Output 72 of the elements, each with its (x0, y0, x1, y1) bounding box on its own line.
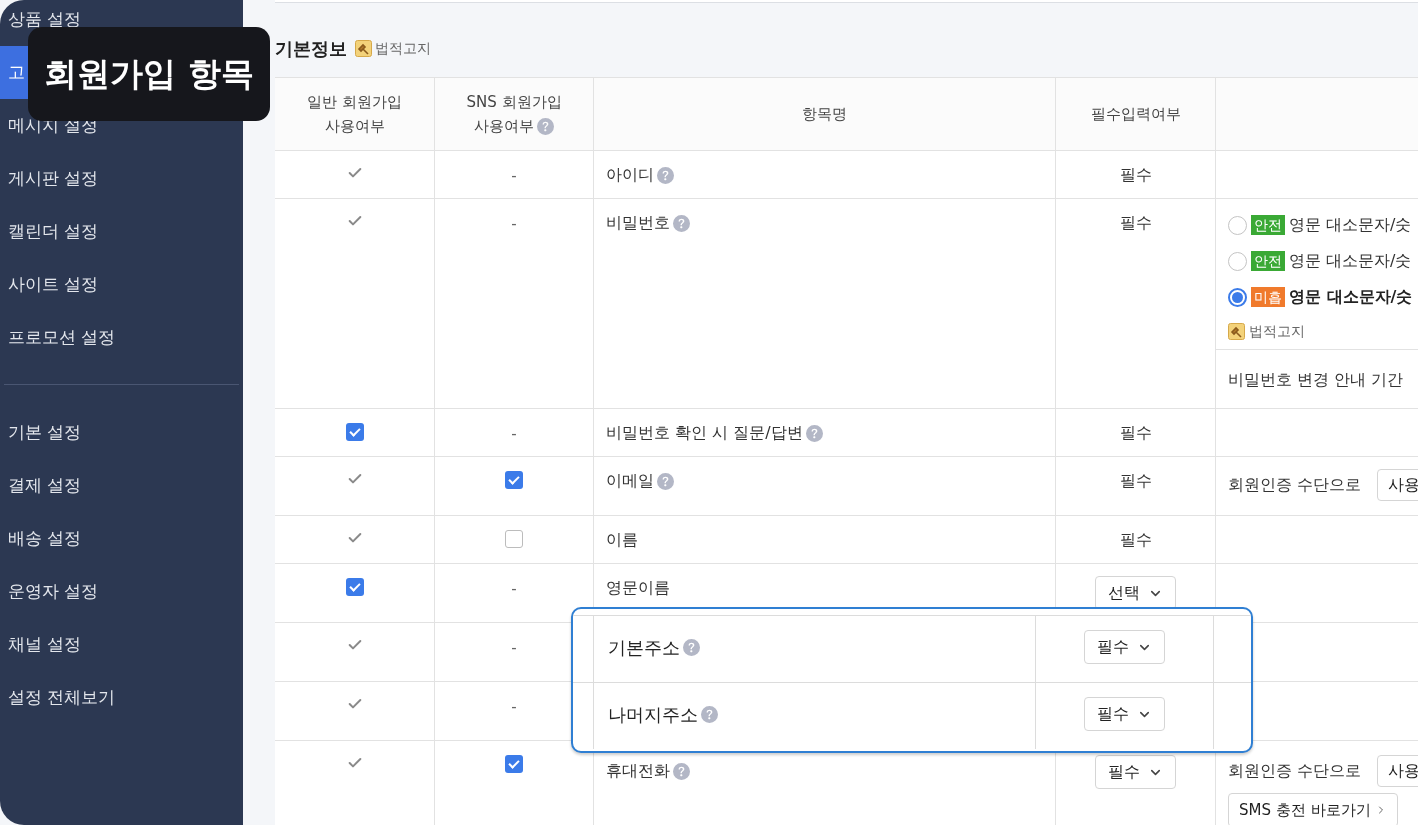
field-name: 나머지주소 (608, 701, 718, 728)
help-icon[interactable] (701, 706, 718, 723)
strength-badge: 안전 (1251, 251, 1285, 271)
help-icon[interactable] (683, 639, 700, 656)
gavel-icon (355, 39, 372, 57)
field-name: 아이디 (606, 163, 674, 187)
checkbox[interactable] (345, 578, 364, 596)
field-name: 이름 (606, 529, 638, 551)
strength-badge: 안전 (1251, 215, 1285, 235)
sidebar-item[interactable]: 설정 전체보기 (0, 671, 243, 724)
dash-text: - (511, 166, 517, 187)
required-select[interactable]: 필수 (1084, 630, 1165, 664)
option-label: 영문 대소문자/숫 (1289, 214, 1412, 236)
field-name: 기본주소 (608, 634, 700, 661)
column-header: 항목명 (802, 104, 847, 125)
required-select[interactable]: 선택 (1095, 576, 1176, 610)
required-text: 필수 (1119, 422, 1152, 444)
auth-select[interactable]: 사용 (1377, 469, 1418, 501)
section-title: 기본정보 (275, 36, 347, 61)
sidebar-item[interactable]: 결제 설정 (0, 459, 243, 512)
dash-text: - (511, 697, 517, 718)
required-select[interactable]: 필수 (1095, 755, 1176, 789)
required-text: 필수 (1119, 529, 1152, 551)
dash-text: - (511, 579, 517, 600)
gavel-icon (1228, 323, 1245, 340)
help-icon[interactable] (657, 472, 674, 490)
radio-button[interactable] (1228, 251, 1247, 271)
column-header: SNS 회원가입 사용여부 (466, 92, 562, 137)
required-text: 필수 (1119, 212, 1152, 234)
dash-text: - (511, 638, 517, 659)
required-text: 필수 (1119, 164, 1152, 186)
dash-text: - (511, 424, 517, 445)
checkbox[interactable] (345, 423, 364, 441)
field-name: 비밀번호 확인 시 질문/답변 (606, 421, 823, 445)
required-text: 필수 (1119, 470, 1152, 492)
field-name: 영문이름 (606, 577, 670, 599)
help-icon[interactable] (805, 424, 823, 442)
checkbox[interactable] (505, 530, 523, 548)
caption-text: 회원가입 항목 (44, 53, 254, 96)
checkbox[interactable] (505, 755, 523, 773)
help-icon[interactable] (657, 166, 674, 184)
field-name: 이메일 (606, 469, 674, 493)
period-label: 비밀번호 변경 안내 기간 (1228, 368, 1404, 391)
auth-label: 회원인증 수단으로 (1228, 760, 1362, 782)
radio-button[interactable] (1228, 215, 1247, 235)
sidebar-item[interactable]: 채널 설정 (0, 618, 243, 671)
field-name: 휴대전화 (606, 759, 690, 783)
help-icon[interactable] (537, 118, 554, 135)
option-label: 영문 대소문자/숫 (1289, 250, 1412, 272)
auth-label: 회원인증 수단으로 (1228, 474, 1362, 496)
help-icon[interactable] (673, 762, 690, 780)
sidebar-item[interactable]: 프로모션 설정 (0, 311, 243, 364)
legal-notice-link[interactable]: 법적고지 (1249, 321, 1305, 342)
column-header: 필수입력여부 (1090, 104, 1181, 125)
checkbox[interactable] (505, 471, 523, 489)
auth-select[interactable]: 사용 (1377, 755, 1418, 787)
radio-button[interactable] (1228, 287, 1247, 307)
sidebar-item[interactable]: 게시판 설정 (0, 152, 243, 205)
sidebar-item[interactable]: 캘린더 설정 (0, 205, 243, 258)
help-icon[interactable] (673, 214, 690, 232)
dash-text: - (511, 214, 517, 235)
sidebar-item[interactable]: 기본 설정 (0, 406, 243, 459)
strength-badge: 미흡 (1251, 287, 1285, 307)
column-header: 일반 회원가입 사용여부 (307, 92, 402, 137)
sidebar-item[interactable]: 배송 설정 (0, 512, 243, 565)
sidebar-item[interactable]: 사이트 설정 (0, 258, 243, 311)
sidebar-item[interactable]: 운영자 설정 (0, 565, 243, 618)
legal-notice-link[interactable]: 법적고지 (375, 37, 431, 59)
sms-charge-button[interactable]: SMS 충전 바로가기 (1228, 793, 1398, 825)
option-label: 영문 대소문자/숫 (1289, 286, 1413, 308)
required-select[interactable]: 필수 (1084, 697, 1165, 731)
field-name: 비밀번호 (606, 211, 690, 235)
